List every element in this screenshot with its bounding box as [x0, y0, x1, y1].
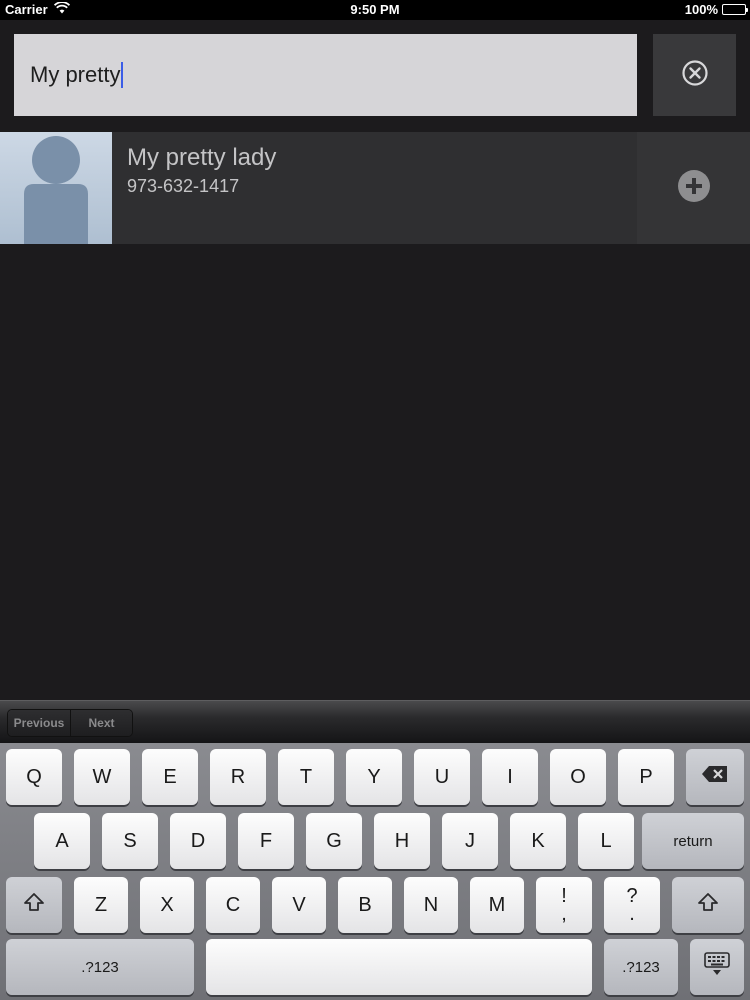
- keyboard: Q W E R T Y U I O P A S D F G H J K L re…: [0, 743, 750, 1000]
- key-s[interactable]: S: [102, 813, 158, 869]
- key-n[interactable]: N: [404, 877, 458, 933]
- key-period: .: [629, 903, 635, 925]
- key-c[interactable]: C: [206, 877, 260, 933]
- text-caret: [121, 62, 124, 88]
- key-question-period[interactable]: ? .: [604, 877, 660, 933]
- key-y[interactable]: Y: [346, 749, 402, 805]
- key-p[interactable]: P: [618, 749, 674, 805]
- return-key[interactable]: return: [642, 813, 744, 869]
- key-z[interactable]: Z: [74, 877, 128, 933]
- key-f[interactable]: F: [238, 813, 294, 869]
- key-h[interactable]: H: [374, 813, 430, 869]
- key-m[interactable]: M: [470, 877, 524, 933]
- key-a[interactable]: A: [34, 813, 90, 869]
- key-x[interactable]: X: [140, 877, 194, 933]
- plus-circle-icon: [677, 169, 711, 208]
- search-input[interactable]: My pretty: [14, 34, 637, 116]
- keyboard-dismiss-icon: [703, 951, 731, 983]
- status-bar: Carrier 9:50 PM 100%: [0, 0, 750, 20]
- battery-group: 100%: [684, 2, 748, 17]
- search-input-text: My pretty: [30, 62, 121, 87]
- space-key[interactable]: [206, 939, 592, 995]
- backspace-key[interactable]: [686, 749, 744, 805]
- return-key-label: return: [673, 832, 713, 850]
- circle-x-icon: [681, 59, 709, 92]
- key-o[interactable]: O: [550, 749, 606, 805]
- key-v[interactable]: V: [272, 877, 326, 933]
- key-exclamation-comma[interactable]: ! ,: [536, 877, 592, 933]
- numbers-key-left[interactable]: .?123: [6, 939, 194, 995]
- key-l[interactable]: L: [578, 813, 634, 869]
- screen: Carrier 9:50 PM 100% My pretty My pretty…: [0, 0, 750, 1000]
- prev-next-control: Previous Next: [7, 709, 133, 737]
- numbers-key-right[interactable]: .?123: [604, 939, 678, 995]
- numbers-key-label: .?123: [622, 958, 660, 976]
- clear-search-button[interactable]: [653, 34, 736, 116]
- person-silhouette-icon: [24, 136, 88, 244]
- contact-phone: 973-632-1417: [127, 176, 240, 196]
- keyboard-accessory-toolbar: Previous Next: [0, 700, 750, 743]
- next-button[interactable]: Next: [70, 710, 132, 736]
- key-q[interactable]: Q: [6, 749, 62, 805]
- key-question-period-label: ? .: [626, 886, 637, 925]
- shift-key-left[interactable]: [6, 877, 62, 933]
- backspace-icon: [701, 765, 729, 789]
- previous-button[interactable]: Previous: [8, 710, 70, 736]
- key-u[interactable]: U: [414, 749, 470, 805]
- key-j[interactable]: J: [442, 813, 498, 869]
- status-time: 9:50 PM: [350, 2, 400, 17]
- dismiss-keyboard-key[interactable]: [690, 939, 744, 995]
- key-exclamation-comma-label: ! ,: [561, 886, 567, 925]
- key-r[interactable]: R: [210, 749, 266, 805]
- shift-icon: [23, 892, 45, 918]
- key-k[interactable]: K: [510, 813, 566, 869]
- contact-avatar: [0, 132, 112, 244]
- contact-result-row[interactable]: My pretty lady 973-632-1417: [0, 132, 750, 244]
- key-t[interactable]: T: [278, 749, 334, 805]
- key-d[interactable]: D: [170, 813, 226, 869]
- shift-key-right[interactable]: [672, 877, 744, 933]
- key-b[interactable]: B: [338, 877, 392, 933]
- key-e[interactable]: E: [142, 749, 198, 805]
- key-w[interactable]: W: [74, 749, 130, 805]
- numbers-key-label: .?123: [81, 958, 119, 976]
- battery-percent: 100%: [684, 2, 718, 17]
- battery-icon: [722, 4, 748, 15]
- key-i[interactable]: I: [482, 749, 538, 805]
- shift-icon: [697, 892, 719, 918]
- key-g[interactable]: G: [306, 813, 362, 869]
- key-comma: ,: [561, 903, 567, 925]
- add-contact-button[interactable]: [637, 132, 750, 244]
- contact-name: My pretty lady: [127, 144, 277, 171]
